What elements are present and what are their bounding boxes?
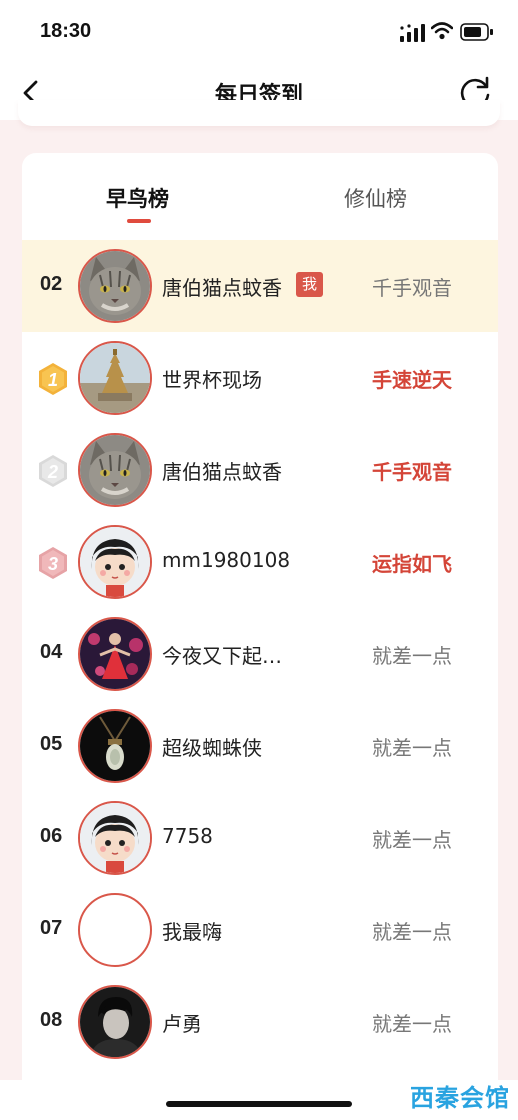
- rank-row[interactable]: 05 超级蜘蛛侠 就差一点: [22, 700, 498, 792]
- user-name: 超级蜘蛛侠: [162, 736, 262, 760]
- user-name: 世界杯现场: [162, 368, 262, 392]
- rank-row[interactable]: 3 mm1980108 运指如飞: [22, 516, 498, 608]
- cellular-signal-icon: [400, 24, 425, 42]
- bronze-medal-icon: 3: [39, 547, 67, 579]
- jade-pendant-avatar-icon: [78, 709, 152, 783]
- cartoon-girl-avatar-icon: [78, 525, 152, 599]
- rank-row[interactable]: 2 唐伯猫点蚊香 千手观音: [22, 424, 498, 516]
- rank-number: 06: [40, 825, 63, 847]
- rank-row[interactable]: 08 卢勇 就差一点: [22, 976, 498, 1068]
- rank-title: 就差一点: [372, 828, 452, 852]
- tab-xiuxian[interactable]: 修仙榜: [344, 183, 407, 213]
- cat-avatar-icon: [78, 249, 152, 323]
- rank-number: 08: [40, 1009, 63, 1031]
- tab-early-bird[interactable]: 早鸟榜: [106, 183, 169, 213]
- user-name: 我最嗨: [162, 920, 222, 944]
- rank-row[interactable]: 06 7758 就差一点: [22, 792, 498, 884]
- cat-avatar-icon: [78, 433, 152, 507]
- rank-row[interactable]: 1 世界杯现场 手速逆天: [22, 332, 498, 424]
- user-name: 唐伯猫点蚊香: [162, 276, 282, 300]
- my-rank-row[interactable]: 02 唐伯猫点蚊香 我 千手观音: [22, 240, 498, 332]
- svg-text:3: 3: [48, 554, 58, 574]
- blank-avatar: [78, 893, 152, 967]
- ranking-card: 早鸟榜 修仙榜 02 唐伯猫点蚊香 我 千手观音 1 世界杯现场 手速逆天 2 …: [22, 153, 498, 1093]
- rank-number: 02: [40, 273, 63, 295]
- status-time: 18:30: [40, 20, 92, 42]
- home-indicator: [166, 1101, 352, 1107]
- rank-row[interactable]: 04 今夜又下起… 就差一点: [22, 608, 498, 700]
- user-name: 唐伯猫点蚊香: [162, 460, 282, 484]
- rank-title: 就差一点: [372, 1012, 452, 1036]
- tab-active-indicator: [127, 219, 151, 223]
- watermark-logo: 西秦会馆: [410, 1084, 510, 1112]
- svg-text:1: 1: [48, 370, 58, 390]
- user-name: mm1980108: [162, 548, 291, 572]
- silver-medal-icon: 2: [39, 455, 67, 487]
- rank-title: 就差一点: [372, 644, 452, 668]
- rank-number: 04: [40, 641, 63, 663]
- user-name: 7758: [162, 824, 213, 848]
- battery-icon: [460, 23, 493, 41]
- me-badge: 我: [296, 272, 323, 297]
- user-name: 卢勇: [162, 1012, 202, 1036]
- status-bar: 18:30: [0, 0, 518, 64]
- rank-row[interactable]: 07 我最嗨 就差一点: [22, 884, 498, 976]
- rank-title: 运指如飞: [372, 552, 452, 576]
- rank-number: 05: [40, 733, 63, 755]
- rank-title: 手速逆天: [372, 368, 452, 392]
- user-name: 今夜又下起…: [162, 644, 282, 668]
- cartoon-girl-avatar-icon: [78, 801, 152, 875]
- temple-avatar-icon: [78, 341, 152, 415]
- rank-title: 就差一点: [372, 920, 452, 944]
- rank-title: 千手观音: [372, 276, 452, 300]
- rank-title: 就差一点: [372, 736, 452, 760]
- dancer-avatar-icon: [78, 617, 152, 691]
- wifi-icon: [431, 22, 453, 40]
- previous-card-edge: [18, 100, 500, 126]
- svg-text:2: 2: [47, 462, 58, 482]
- gold-medal-icon: 1: [39, 363, 67, 395]
- rank-title: 千手观音: [372, 460, 452, 484]
- man-photo-avatar-icon: [78, 985, 152, 1059]
- rank-number: 07: [40, 917, 63, 939]
